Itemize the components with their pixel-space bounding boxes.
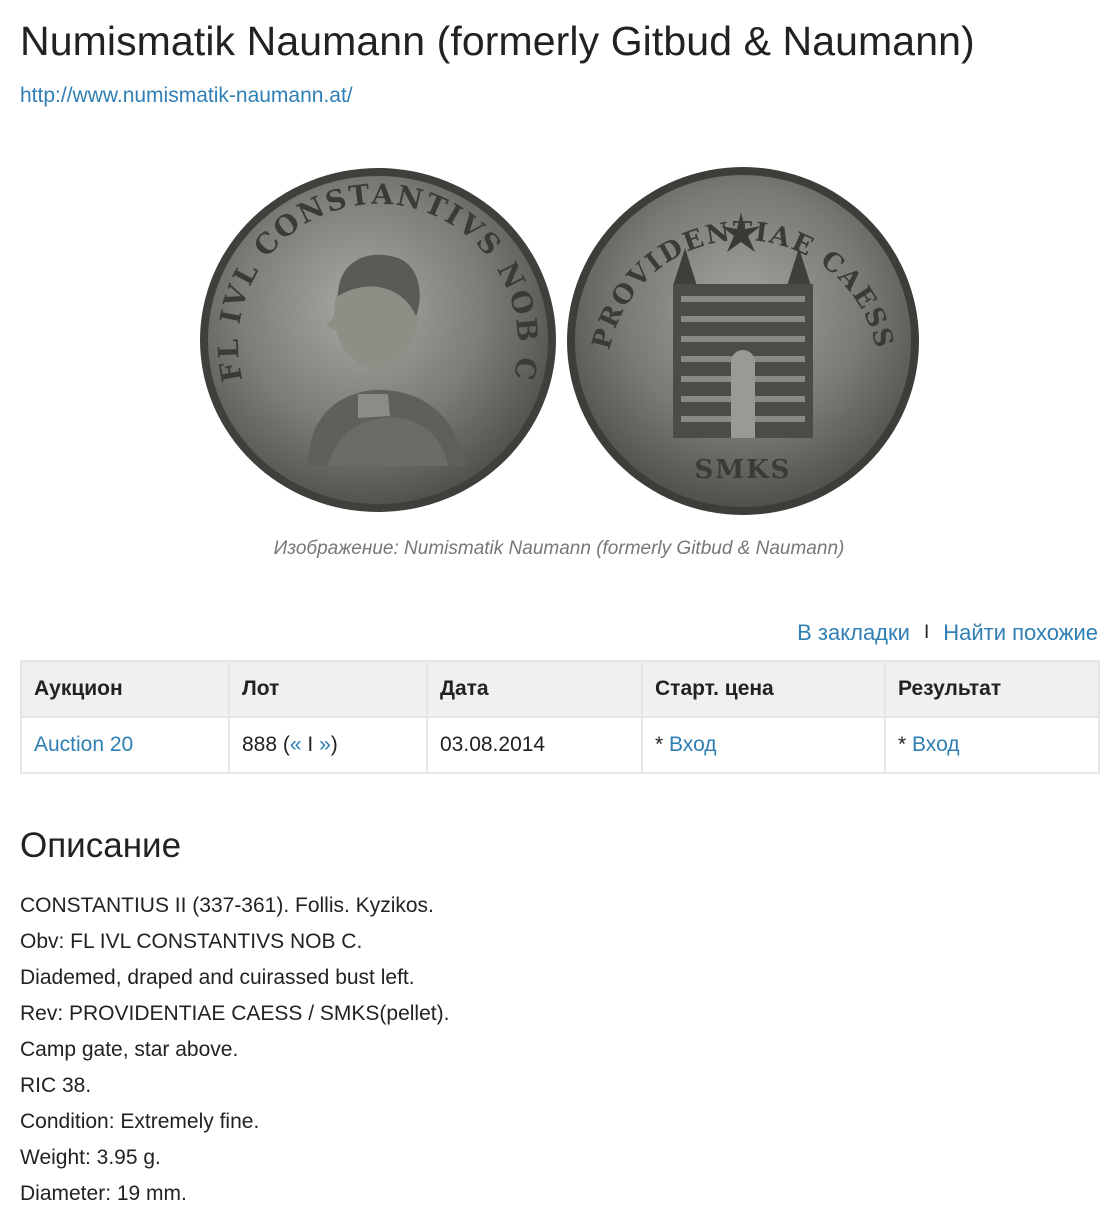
- description-line: Rev: PROVIDENTIAE CAESS / SMKS(pellet).: [20, 1002, 450, 1025]
- bookmark-link[interactable]: В закладки: [797, 620, 910, 646]
- coin-image[interactable]: FL IVL CONSTANTIVS NOB C PROVIDENTIAE CA…: [0, 160, 1104, 520]
- item-actions: В закладки I Найти похожие: [797, 620, 1098, 646]
- description-line: Condition: Extremely fine.: [20, 1110, 260, 1133]
- lot-cell: 888 (« I »): [228, 716, 428, 774]
- description-line: CONSTANTIUS II (337-361). Follis. Kyziko…: [20, 894, 434, 917]
- table-header-row: Аукцион Лот Дата Старт. цена Результат: [20, 660, 1100, 718]
- start-price-login-link[interactable]: Вход: [669, 733, 717, 756]
- start-price-prefix: *: [655, 733, 664, 756]
- find-similar-link[interactable]: Найти похожие: [943, 620, 1098, 646]
- date-cell: 03.08.2014: [426, 716, 643, 774]
- auction-table: Аукцион Лот Дата Старт. цена Результат A…: [20, 660, 1100, 774]
- coin-reverse-image: PROVIDENTIAE CAESS SMKS: [565, 166, 921, 516]
- description-line: Weight: 3.95 g.: [20, 1146, 161, 1169]
- result-prefix: *: [898, 733, 907, 756]
- page-title: Numismatik Naumann (formerly Gitbud & Na…: [20, 18, 975, 64]
- auction-cell: Auction 20: [20, 716, 230, 774]
- header-start-price: Старт. цена: [641, 660, 886, 718]
- header-date: Дата: [426, 660, 643, 718]
- lot-nav-separator: I: [307, 733, 314, 756]
- description-list: CONSTANTIUS II (337-361). Follis. Kyziko…: [20, 890, 449, 1214]
- auction-house-link[interactable]: http://www.numismatik-naumann.at/: [20, 84, 353, 108]
- result-login-link[interactable]: Вход: [912, 733, 960, 756]
- description-line: Diademed, draped and cuirassed bust left…: [20, 966, 415, 989]
- coin-obverse-image: FL IVL CONSTANTIVS NOB C: [198, 166, 558, 514]
- description-line: Diameter: 19 mm.: [20, 1182, 187, 1205]
- description-title: Описание: [20, 826, 182, 865]
- lot-number: 888: [242, 733, 278, 756]
- start-price-cell: * Вход: [641, 716, 886, 774]
- previous-lot-link[interactable]: «: [290, 733, 302, 756]
- exergue-legend: SMKS: [695, 455, 792, 485]
- description-line: Camp gate, star above.: [20, 1038, 239, 1061]
- description-line: Obv: FL IVL CONSTANTIVS NOB C.: [20, 930, 363, 953]
- header-result: Результат: [884, 660, 1100, 718]
- table-row: Auction 20 888 (« I ») 03.08.2014 * Вход…: [20, 716, 1100, 774]
- header-auction: Аукцион: [20, 660, 230, 718]
- image-caption: Изображение: Numismatik Naumann (formerl…: [273, 538, 845, 559]
- auction-link[interactable]: Auction 20: [34, 733, 133, 756]
- description-line: RIC 38.: [20, 1074, 92, 1097]
- next-lot-link[interactable]: »: [319, 733, 331, 756]
- result-cell: * Вход: [884, 716, 1100, 774]
- actions-separator: I: [923, 622, 930, 643]
- header-lot: Лот: [228, 660, 428, 718]
